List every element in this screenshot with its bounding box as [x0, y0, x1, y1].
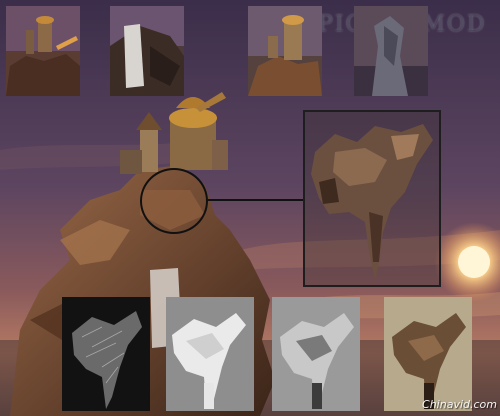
zoom-connector-line [207, 199, 303, 201]
rock-pillar-thumbnail [354, 6, 428, 96]
mod-showcase: EPIC 3班 MOD [0, 0, 500, 416]
textured-rock-model [384, 297, 472, 411]
zoom-highlight-circle [140, 168, 208, 234]
tower-on-rock-thumbnail [248, 6, 322, 96]
zoomed-rock-detail-panel [303, 110, 441, 287]
waterfall-rock-thumbnail [110, 6, 184, 96]
rock-formation-closeup-icon [311, 124, 433, 280]
white-clay-rock-model [166, 297, 254, 411]
castle-on-rock-thumbnail [6, 6, 80, 96]
watermark-text: Chinavid.com [422, 398, 497, 411]
wireframe-rock-model [62, 297, 150, 411]
grey-shaded-rock-model [272, 297, 360, 411]
